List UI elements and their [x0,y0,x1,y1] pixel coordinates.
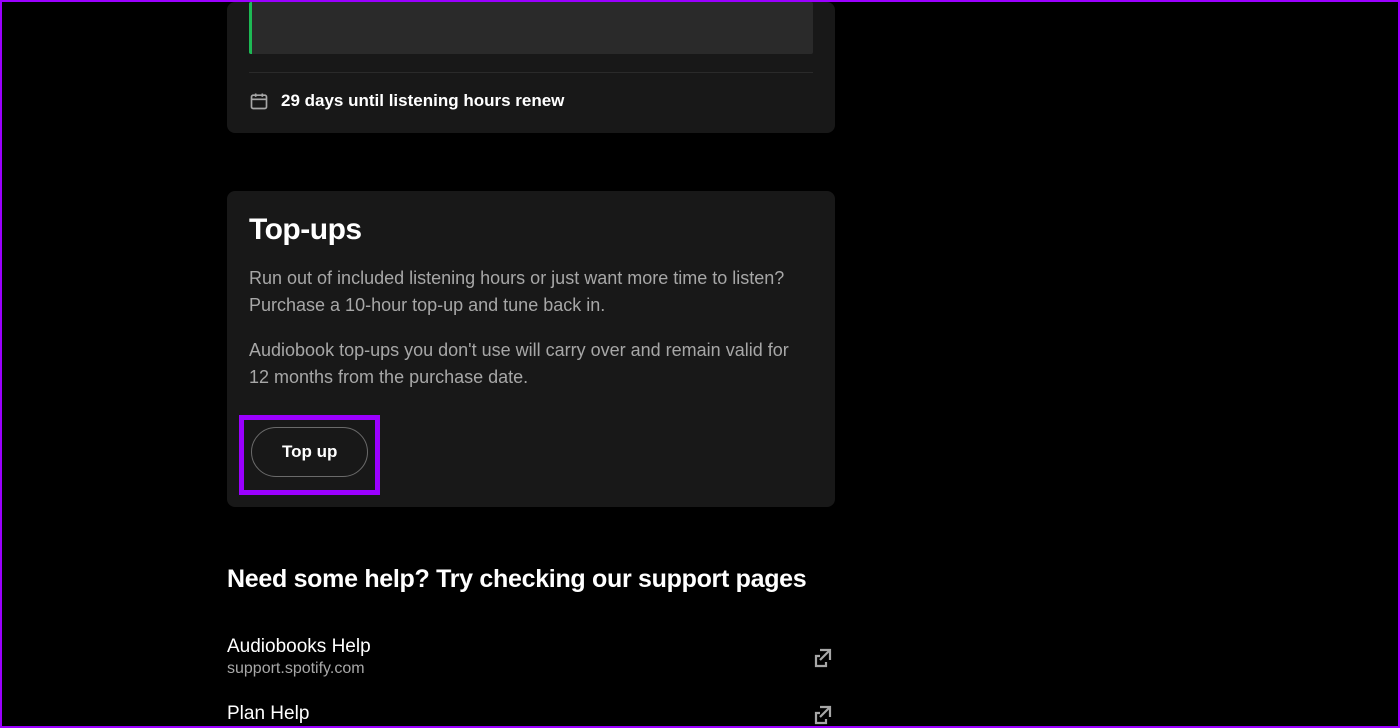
help-link-subtitle: support.spotify.com [227,660,371,678]
help-link-plan[interactable]: Plan Help [227,690,835,726]
help-heading: Need some help? Try checking our support… [227,565,835,594]
help-link-title: Plan Help [227,703,309,725]
calendar-icon [249,91,269,111]
topups-card: Top-ups Run out of included listening ho… [227,191,835,507]
help-link-audiobooks[interactable]: Audiobooks Help support.spotify.com [227,624,835,690]
renew-row: 29 days until listening hours renew [249,91,813,111]
topups-description-2: Audiobook top-ups you don't use will car… [249,337,813,391]
listening-progress-bar [249,2,813,54]
listening-hours-card: 29 days until listening hours renew [227,2,835,133]
listening-progress-fill [249,2,252,54]
annotation-highlight: Top up [239,415,380,495]
external-link-icon [811,645,835,669]
divider [249,72,813,73]
topups-title: Top-ups [249,213,813,247]
topup-button[interactable]: Top up [251,427,368,477]
help-link-title: Audiobooks Help [227,636,371,658]
renew-text: 29 days until listening hours renew [281,91,564,111]
topups-description-1: Run out of included listening hours or j… [249,265,813,319]
external-link-icon [811,702,835,726]
